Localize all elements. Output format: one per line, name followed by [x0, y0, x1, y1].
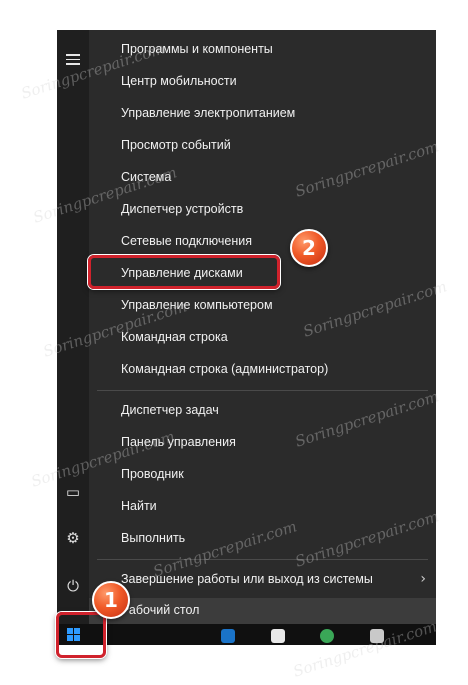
menu-item-command-prompt-admin[interactable]: Командная строка (администратор): [89, 354, 436, 386]
menu-item-label: Выполнить: [121, 531, 186, 545]
gear-icon[interactable]: ⚙: [65, 530, 81, 546]
start-left-rail: ▭ ⚙ ⏻: [57, 30, 89, 645]
app-icon[interactable]: [271, 629, 285, 643]
menu-item-label: Центр мобильности: [121, 74, 237, 88]
taskbar: [57, 624, 436, 645]
menu-item-power-options[interactable]: Управление электропитанием: [89, 98, 436, 130]
chrome-icon[interactable]: [320, 629, 334, 643]
menu-item-command-prompt[interactable]: Командная строка: [89, 322, 436, 354]
menu-item-label: Диспетчер задач: [121, 403, 219, 417]
menu-item-label: Диспетчер устройств: [121, 202, 244, 216]
menu-item-desktop[interactable]: Рабочий стол: [89, 598, 436, 624]
menu-item-label: Командная строка (администратор): [121, 362, 329, 376]
menu-divider: [97, 390, 428, 391]
menu-item-label: Найти: [121, 499, 157, 513]
menu-item-label: Управление электропитанием: [121, 106, 296, 120]
menu-item-run[interactable]: Выполнить: [89, 523, 436, 555]
highlight-start-button: [56, 612, 106, 658]
menu-item-label: Сетевые подключения: [121, 234, 253, 248]
menu-item-computer-management[interactable]: Управление компьютером: [89, 290, 436, 322]
menu-item-control-panel[interactable]: Панель управления: [89, 427, 436, 459]
menu-item-system[interactable]: Система: [89, 162, 436, 194]
screenshot-frame: ▭ ⚙ ⏻ Программы и компоненты Центр мобил…: [57, 30, 436, 645]
highlight-disk-management: [88, 255, 280, 289]
menu-item-shutdown[interactable]: Завершение работы или выход из системы ›: [89, 564, 436, 596]
menu-item-search[interactable]: Найти: [89, 491, 436, 523]
menu-item-task-manager[interactable]: Диспетчер задач: [89, 395, 436, 427]
menu-divider: [97, 559, 428, 560]
chevron-right-icon: ›: [420, 571, 426, 587]
app-icon[interactable]: [370, 629, 384, 643]
menu-item-device-manager[interactable]: Диспетчер устройств: [89, 194, 436, 226]
power-icon[interactable]: ⏻: [65, 578, 81, 594]
menu-item-event-viewer[interactable]: Просмотр событий: [89, 130, 436, 162]
menu-item-mobility-center[interactable]: Центр мобильности: [89, 66, 436, 98]
edge-icon[interactable]: [221, 629, 235, 643]
menu-item-label: Командная строка: [121, 330, 228, 344]
menu-item-label: Управление компьютером: [121, 298, 273, 312]
menu-item-network-connections[interactable]: Сетевые подключения: [89, 226, 436, 258]
step-badge-2: 2: [290, 229, 328, 267]
menu-item-explorer[interactable]: Проводник: [89, 459, 436, 491]
hamburger-icon[interactable]: [66, 54, 80, 68]
menu-item-label: Система: [121, 170, 172, 184]
step-badge-1: 1: [92, 581, 130, 619]
menu-item-label: Рабочий стол: [121, 603, 200, 617]
menu-item-label: Панель управления: [121, 435, 236, 449]
winx-context-menu: Программы и компоненты Центр мобильности…: [89, 30, 436, 598]
menu-item-label: Завершение работы или выход из системы: [121, 572, 373, 586]
file-explorer-icon[interactable]: ▭: [65, 484, 81, 500]
menu-item-label: Проводник: [121, 467, 184, 481]
menu-item-label: Просмотр событий: [121, 138, 231, 152]
menu-item-label: Программы и компоненты: [121, 42, 273, 56]
menu-item-programs[interactable]: Программы и компоненты: [89, 34, 436, 66]
